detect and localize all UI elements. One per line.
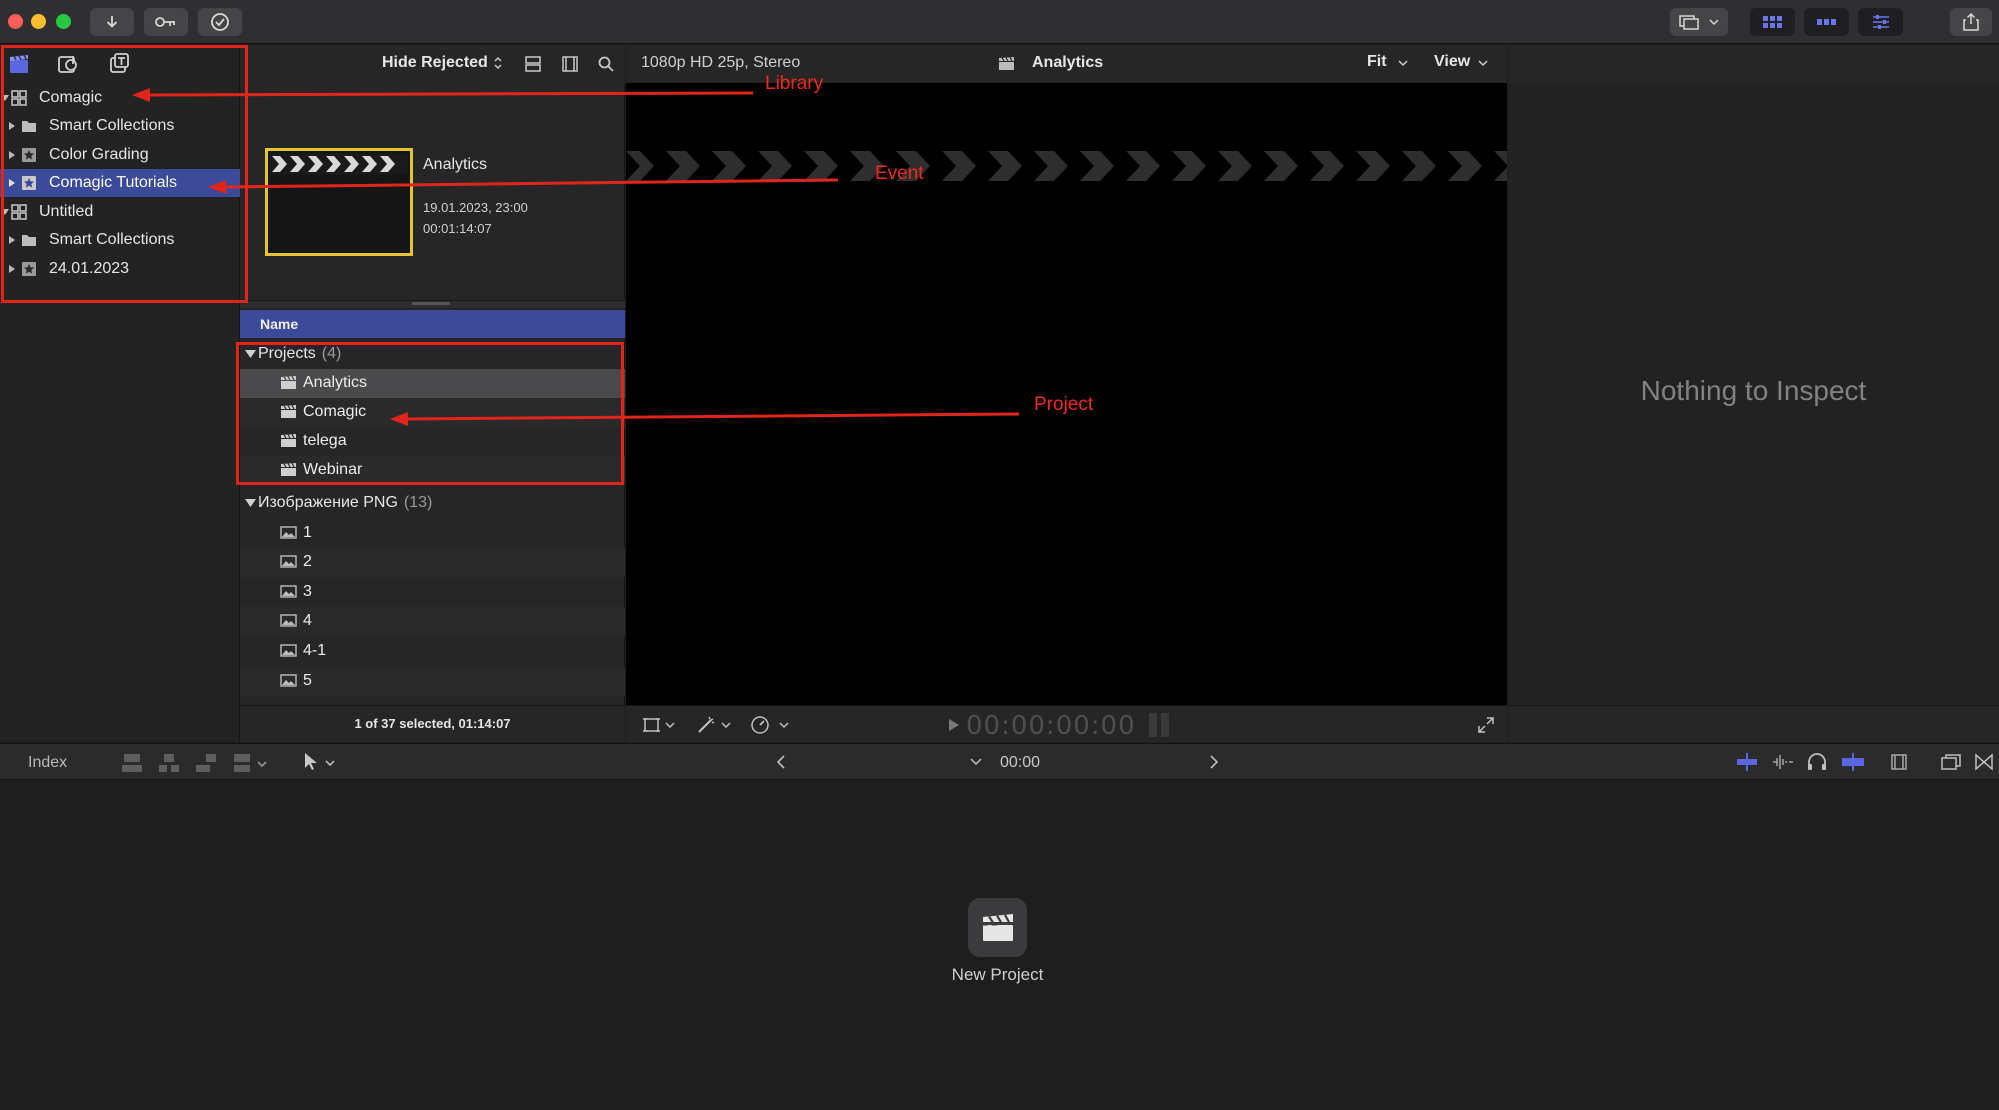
event-annotation-label: Event — [875, 163, 924, 184]
project-annotation-label: Project — [1034, 394, 1094, 415]
annotation-arrows — [132, 88, 1020, 426]
library-annotation-label: Library — [765, 73, 824, 94]
